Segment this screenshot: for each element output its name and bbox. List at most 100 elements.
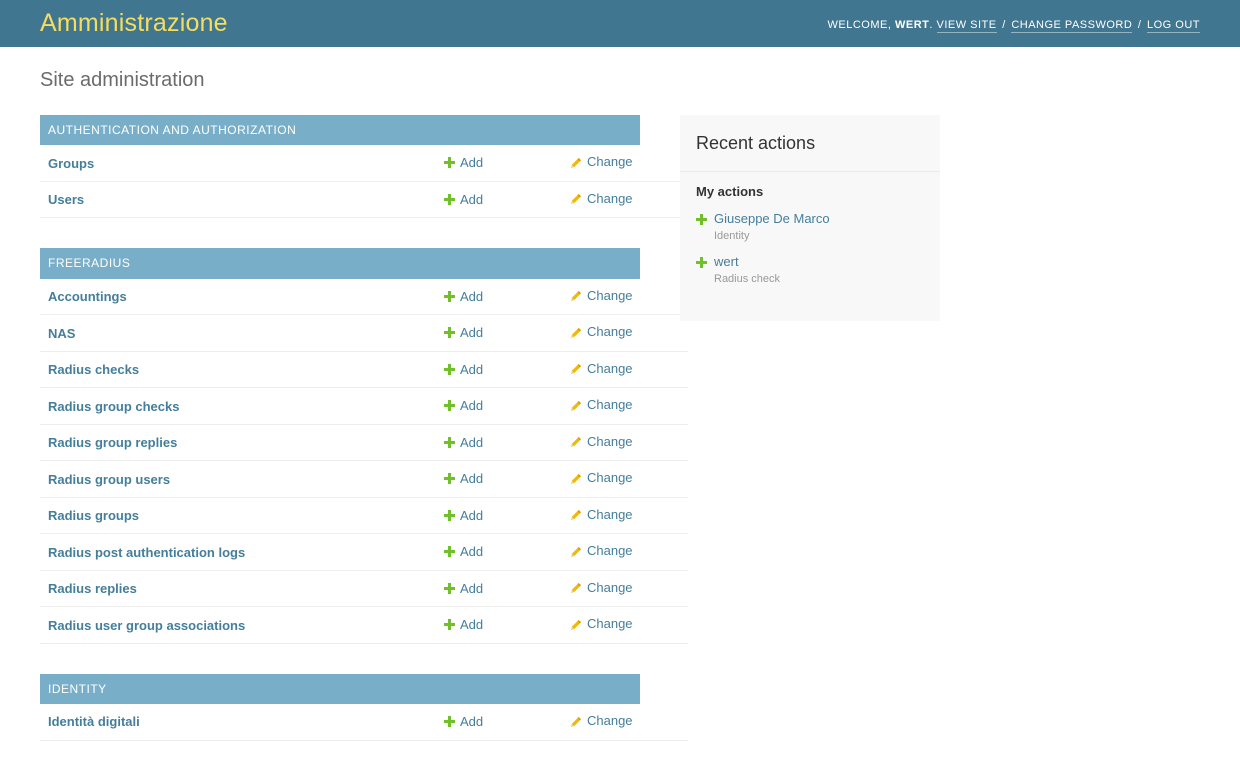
change-cell: Change [562, 607, 688, 644]
change-link[interactable]: Change [570, 469, 633, 486]
app-module-caption[interactable]: Identity [40, 673, 640, 705]
add-link[interactable]: Add [444, 580, 483, 597]
model-link[interactable]: NAS [48, 326, 75, 341]
add-cell: Add [436, 497, 562, 534]
add-link[interactable]: Add [444, 616, 483, 633]
add-cell: Add [436, 351, 562, 388]
add-link[interactable]: Add [444, 288, 483, 305]
change-label: Change [587, 713, 633, 729]
change-link[interactable]: Change [570, 712, 633, 729]
recent-action-link[interactable]: Giuseppe De Marco [714, 211, 830, 226]
change-link[interactable]: Change [570, 615, 633, 632]
change-cell: Change [562, 351, 688, 388]
add-cell: Add [436, 704, 562, 740]
add-cell: Add [436, 461, 562, 498]
recent-action-link[interactable]: wert [714, 254, 739, 269]
plus-icon [444, 546, 455, 558]
add-link[interactable]: Add [444, 543, 483, 560]
site-header: Amministrazione Welcome, wert. View site… [0, 0, 1240, 47]
my-actions-heading: My actions [696, 183, 764, 199]
change-link[interactable]: Change [570, 433, 633, 450]
change-link[interactable]: Change [570, 323, 633, 340]
view-site-link[interactable]: View site [936, 18, 997, 33]
change-link[interactable]: Change [570, 190, 633, 207]
plus-icon [696, 257, 707, 269]
add-link[interactable]: Add [444, 361, 483, 378]
change-cell: Change [562, 497, 688, 534]
change-link[interactable]: Change [570, 396, 633, 413]
add-label: Add [460, 580, 484, 596]
add-cell: Add [436, 534, 562, 571]
recent-actions-module: Recent actions My actions Giuseppe De Ma… [680, 115, 940, 321]
add-cell: Add [436, 607, 562, 644]
pencil-icon [570, 192, 582, 205]
model-row: Radius group checks Add Change [40, 388, 688, 425]
recent-action-item: Giuseppe De Marco Identity [696, 210, 924, 243]
model-name-cell: Radius group replies [40, 424, 436, 461]
add-label: Add [460, 288, 484, 304]
add-label: Add [460, 544, 484, 560]
change-cell: Change [562, 704, 688, 740]
app-module-caption[interactable]: FreeRADIUS [40, 248, 640, 279]
change-link[interactable]: Change [570, 360, 633, 377]
add-link[interactable]: Add [444, 470, 483, 487]
change-label: Change [587, 543, 633, 559]
add-link[interactable]: Add [444, 434, 483, 451]
add-label: Add [460, 155, 484, 171]
model-link[interactable]: Radius post authentication logs [48, 545, 245, 560]
model-link[interactable]: Radius checks [48, 362, 139, 377]
plus-icon [444, 619, 455, 631]
model-row: Accountings Add Change [40, 279, 688, 315]
add-link[interactable]: Add [444, 713, 483, 730]
pencil-icon [570, 362, 582, 375]
change-link[interactable]: Change [570, 506, 633, 523]
change-cell: Change [562, 461, 688, 498]
add-cell: Add [436, 145, 562, 181]
model-row: Radius groups Add Change [40, 497, 688, 534]
link-separator-1: / [1002, 18, 1006, 31]
recent-actions-title: Recent actions [680, 115, 940, 172]
model-link[interactable]: Radius user group associations [48, 618, 245, 633]
model-link[interactable]: Accountings [48, 289, 127, 304]
pencil-icon [570, 435, 582, 448]
change-link[interactable]: Change [570, 579, 633, 596]
pencil-icon [570, 581, 582, 594]
change-label: Change [587, 190, 633, 206]
recent-action-type: Radius check [714, 272, 781, 285]
change-link[interactable]: Change [570, 287, 633, 304]
model-link[interactable]: Groups [48, 156, 94, 171]
change-password-link[interactable]: Change password [1011, 18, 1133, 33]
add-label: Add [460, 471, 484, 487]
model-row: Users Add Change [40, 181, 688, 218]
change-link[interactable]: Change [570, 153, 633, 170]
add-cell: Add [436, 388, 562, 425]
change-label: Change [587, 154, 633, 170]
model-link[interactable]: Radius replies [48, 581, 137, 596]
model-link[interactable]: Radius group replies [48, 435, 177, 450]
model-link[interactable]: Radius group checks [48, 399, 179, 414]
log-out-link[interactable]: Log out [1146, 18, 1200, 33]
model-link[interactable]: Users [48, 192, 84, 207]
plus-icon [444, 157, 455, 169]
add-link[interactable]: Add [444, 507, 483, 524]
add-cell: Add [436, 279, 562, 315]
add-link[interactable]: Add [444, 191, 483, 208]
plus-icon [444, 509, 455, 521]
plus-icon [444, 582, 455, 594]
site-title[interactable]: Amministrazione [40, 11, 228, 36]
plus-icon [444, 193, 455, 205]
model-link[interactable]: Radius group users [48, 472, 170, 487]
add-link[interactable]: Add [444, 397, 483, 414]
model-link[interactable]: Radius groups [48, 508, 139, 523]
add-cell: Add [436, 315, 562, 352]
model-link[interactable]: Identità digitali [48, 714, 140, 729]
model-name-cell: NAS [40, 315, 436, 352]
add-cell: Add [436, 424, 562, 461]
pencil-icon [570, 508, 582, 521]
change-link[interactable]: Change [570, 542, 633, 559]
app-module-caption[interactable]: Authentication and Authorization [40, 115, 640, 146]
add-link[interactable]: Add [444, 154, 483, 171]
add-link[interactable]: Add [444, 324, 483, 341]
pencil-icon [570, 289, 582, 302]
recent-actions-body: My actions Giuseppe De Marco Identity wert… [680, 172, 940, 321]
